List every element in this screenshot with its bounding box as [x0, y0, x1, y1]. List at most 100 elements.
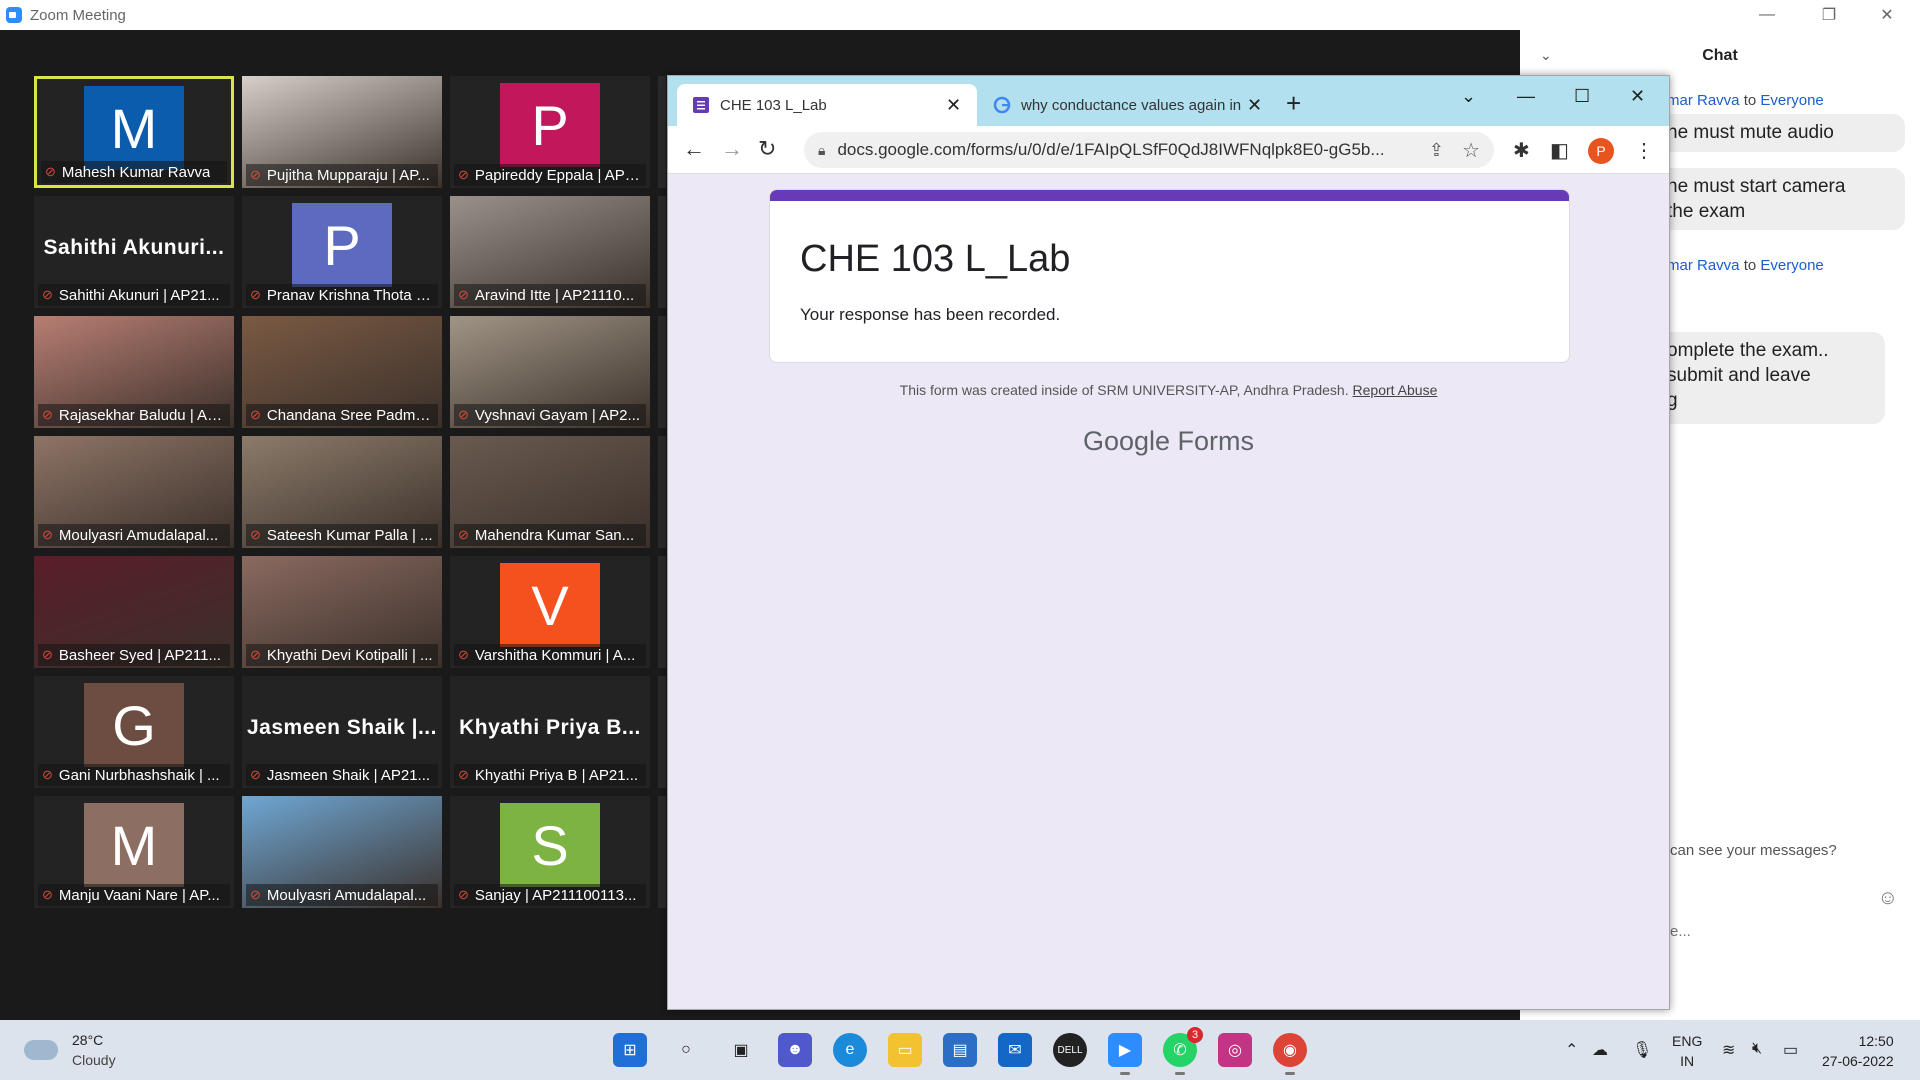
participant-tile[interactable]: ⊘ Basheer Syed | AP211...	[34, 556, 234, 668]
participant-tile[interactable]: Sahithi Akunuri... ⊘ Sahithi Akunuri | AP2…	[34, 196, 234, 308]
participant-tile[interactable]: M ⊘ Mahesh Kumar Ravva	[34, 76, 234, 188]
language-indicator[interactable]: ENG IN	[1672, 1031, 1702, 1071]
whatsapp-icon[interactable]: ✆ 3	[1163, 1027, 1203, 1075]
chat-input[interactable]: e...	[1670, 923, 1691, 940]
participant-tile[interactable]: ⊘ Vyshnavi Gayam | AP2...	[450, 316, 650, 428]
store-icon[interactable]: ▤	[943, 1033, 977, 1067]
search-icon[interactable]: ○	[669, 1033, 703, 1067]
participant-avatar: P	[500, 83, 600, 167]
participant-name: Basheer Syed | AP211...	[58, 646, 221, 664]
mic-muted-icon: ⊘	[42, 527, 53, 542]
url-text: docs.google.com/forms/u/0/d/e/1FAIpQLSfF…	[837, 140, 1385, 159]
side-panel-icon[interactable]: ◧	[1550, 138, 1569, 163]
tab-label: why conductance values again in	[1021, 96, 1241, 114]
participant-tile[interactable]: G ⊘ Gani Nurbhashshaik | ...	[34, 676, 234, 788]
extensions-icon[interactable]: ✱	[1513, 138, 1530, 163]
chat-sender: mar Ravva	[1667, 92, 1740, 109]
bookmark-star-icon[interactable]: ☆	[1462, 138, 1480, 163]
minimize-button[interactable]: —	[1744, 0, 1790, 30]
participant-tile[interactable]: Jasmeen Shaik |... ⊘ Jasmeen Shaik | AP21.…	[242, 676, 442, 788]
form-footer-text: This form was created inside of SRM UNIV…	[899, 382, 1349, 398]
participant-tile[interactable]: M ⊘ Manju Vaani Nare | AP...	[34, 796, 234, 908]
participant-nameplate: ⊘ Chandana Sree Padma...	[246, 404, 438, 426]
teams-chat-icon[interactable]: ☻	[778, 1033, 812, 1067]
chat-visibility-hint[interactable]: can see your messages?	[1670, 842, 1837, 859]
participant-tile[interactable]: ⊘ Pujitha Mupparaju | AP...	[242, 76, 442, 188]
participant-avatar: S	[500, 803, 600, 887]
participant-name: Varshitha Kommuri | A...	[474, 646, 636, 664]
participant-name: Jasmeen Shaik | AP21...	[266, 766, 431, 784]
participant-nameplate: ⊘ Varshitha Kommuri | A...	[454, 644, 646, 666]
profile-avatar[interactable]: P	[1588, 138, 1614, 164]
participant-tile[interactable]: V ⊘ Varshitha Kommuri | A...	[450, 556, 650, 668]
participant-tile[interactable]: Khyathi Priya B... ⊘ Khyathi Priya B | AP2…	[450, 676, 650, 788]
tab-close-icon[interactable]: ✕	[946, 95, 961, 116]
participant-name: Manju Vaani Nare | AP...	[58, 886, 220, 904]
lock-icon[interactable]: 🔒︎	[818, 142, 825, 159]
participant-tile[interactable]: ⊘ Moulyasri Amudalapal...	[34, 436, 234, 548]
clock-time: 12:50	[1858, 1033, 1894, 1049]
emoji-icon[interactable]: ☺	[1878, 887, 1898, 910]
volume-muted-icon[interactable]: 🔇︎	[1752, 1040, 1762, 1058]
mic-muted-icon: ⊘	[458, 527, 469, 542]
tab-strip: CHE 103 L_Lab ✕ why conductance values a…	[668, 76, 1669, 126]
partial-tile-edge	[658, 436, 666, 548]
participant-tile[interactable]: S ⊘ Sanjay | AP211100113...	[450, 796, 650, 908]
tab-forms[interactable]: CHE 103 L_Lab ✕	[677, 84, 977, 126]
forward-icon[interactable]: →	[721, 136, 743, 162]
participant-tile[interactable]: ⊘ Moulyasri Amudalapal...	[242, 796, 442, 908]
report-abuse-link[interactable]: Report Abuse	[1353, 382, 1438, 398]
participant-tile[interactable]: ⊘ Aravind Itte | AP21110...	[450, 196, 650, 308]
address-bar[interactable]: 🔒︎ docs.google.com/forms/u/0/d/e/1FAIpQL…	[804, 132, 1494, 168]
participant-tile[interactable]: ⊘ Chandana Sree Padma...	[242, 316, 442, 428]
back-icon[interactable]: ←	[683, 136, 705, 162]
reload-icon[interactable]: ↻	[758, 136, 776, 162]
participant-avatar: G	[84, 683, 184, 767]
tab-close-icon[interactable]: ✕	[1247, 95, 1262, 116]
tray-overflow-icon[interactable]: ⌃	[1565, 1040, 1578, 1060]
participant-avatar: M	[84, 803, 184, 887]
browser-maximize-icon[interactable]: ☐	[1574, 86, 1590, 107]
chat-message: ne must start camera the exam	[1653, 168, 1905, 230]
tab-search-icon[interactable]: ⌄	[1461, 86, 1476, 107]
browser-minimize-icon[interactable]: —	[1517, 86, 1535, 107]
participant-name: Pujitha Mupparaju | AP...	[266, 166, 430, 184]
clock[interactable]: 12:50 27-06-2022	[1822, 1031, 1894, 1071]
google-forms-logo[interactable]: Google Forms	[668, 426, 1669, 457]
participant-tile[interactable]: ⊘ Khyathi Devi Kotipalli | ...	[242, 556, 442, 668]
mic-muted-icon: ⊘	[458, 287, 469, 302]
participant-tile[interactable]: ⊘ Rajasekhar Baludu | AP...	[34, 316, 234, 428]
battery-icon[interactable]: ▭	[1783, 1040, 1798, 1060]
participant-nameplate: ⊘ Pranav Krishna Thota | ...	[246, 284, 438, 306]
tab-search[interactable]: why conductance values again in ✕	[978, 84, 1278, 126]
participant-display-name: Khyathi Priya B...	[459, 716, 641, 739]
instagram-icon[interactable]: ◎	[1218, 1033, 1252, 1067]
task-view-icon[interactable]: ▣	[724, 1033, 758, 1067]
menu-icon[interactable]: ⋮	[1634, 138, 1654, 163]
mic-muted-icon: ⊘	[458, 167, 469, 182]
file-explorer-icon[interactable]: ▭	[888, 1033, 922, 1067]
close-button[interactable]: ✕	[1864, 0, 1910, 30]
start-icon[interactable]: ⊞	[613, 1033, 647, 1067]
edge-icon[interactable]: e	[833, 1033, 867, 1067]
participant-name: Sanjay | AP211100113...	[474, 886, 637, 904]
new-tab-icon[interactable]: +	[1286, 88, 1301, 119]
wifi-icon[interactable]: ≋	[1722, 1040, 1735, 1060]
browser-close-icon[interactable]: ✕	[1630, 86, 1645, 107]
mail-icon[interactable]: ✉	[998, 1033, 1032, 1067]
participant-tile[interactable]: ⊘ Sateesh Kumar Palla | ...	[242, 436, 442, 548]
participant-nameplate: ⊘ Gani Nurbhashshaik | ...	[38, 764, 230, 786]
microphone-icon[interactable]: 🎙︎	[1632, 1040, 1652, 1060]
weather-condition: Cloudy	[72, 1052, 116, 1068]
participant-name: Moulyasri Amudalapal...	[266, 886, 427, 904]
onedrive-icon[interactable]: ☁	[1592, 1040, 1608, 1060]
share-icon[interactable]: ⇪	[1429, 140, 1444, 161]
restore-button[interactable]: ❐	[1806, 0, 1852, 30]
participant-tile[interactable]: P ⊘ Pranav Krishna Thota | ...	[242, 196, 442, 308]
participant-tile[interactable]: P ⊘ Papireddy Eppala | AP2...	[450, 76, 650, 188]
participant-tile[interactable]: ⊘ Mahendra Kumar San...	[450, 436, 650, 548]
weather-widget[interactable]: 28°C Cloudy	[24, 1030, 116, 1070]
chrome-icon[interactable]: ◉	[1273, 1033, 1307, 1075]
zoom-taskbar-icon[interactable]: ▶	[1108, 1033, 1142, 1075]
dell-icon[interactable]: DELL	[1053, 1033, 1087, 1067]
